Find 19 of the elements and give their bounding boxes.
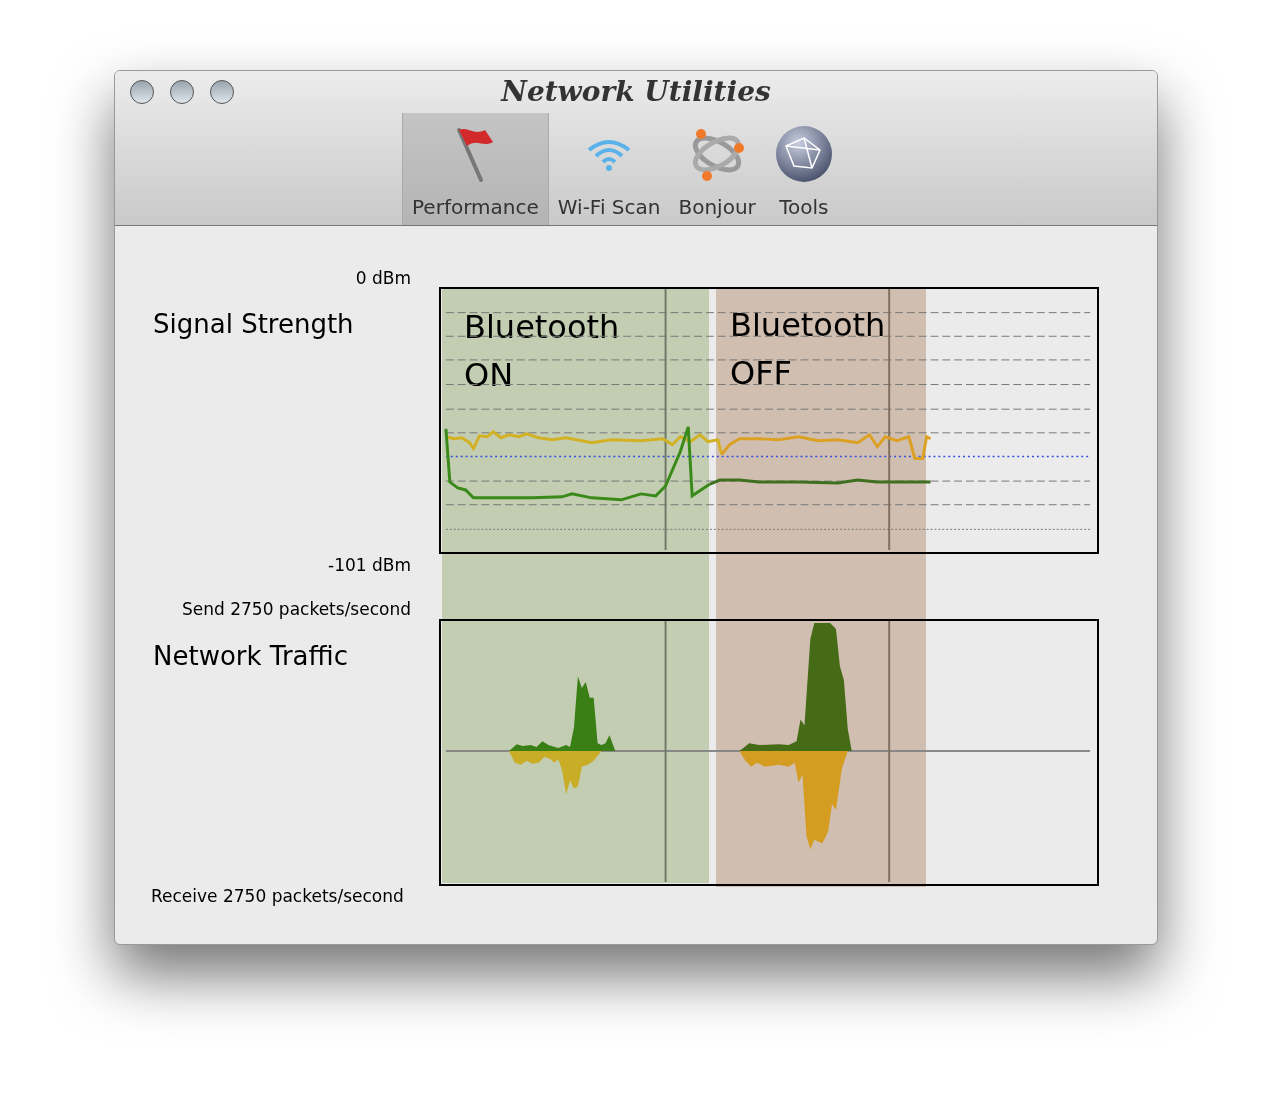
band-label: Bluetooth	[730, 305, 887, 346]
band-label: ON	[464, 355, 515, 396]
axis-min-label: -101 dBm	[328, 556, 411, 574]
axis-max-label: Send 2750 packets/second	[181, 600, 411, 618]
axis-min-label: Receive 2750 packets/second	[151, 887, 405, 905]
window-control-button[interactable]	[170, 80, 194, 104]
band-label: Bluetooth	[464, 307, 621, 348]
toolbar-tab[interactable]: Tools	[764, 113, 843, 225]
globe-icon	[773, 124, 834, 184]
toolbar-tab[interactable]: Performance	[402, 113, 549, 225]
window-title: Network Utilities	[501, 74, 771, 110]
toolbar-tab[interactable]: Wi-Fi Scan	[548, 113, 670, 225]
window-control-button[interactable]	[130, 80, 154, 104]
band-label: OFF	[730, 353, 793, 394]
section-label: Signal Strength	[153, 309, 355, 339]
section-label: Network Traffic	[153, 641, 349, 671]
window-control-button[interactable]	[210, 80, 234, 104]
toolbar-tab[interactable]: Bonjour	[669, 113, 765, 225]
axis-max-label: 0 dBm	[355, 269, 411, 287]
